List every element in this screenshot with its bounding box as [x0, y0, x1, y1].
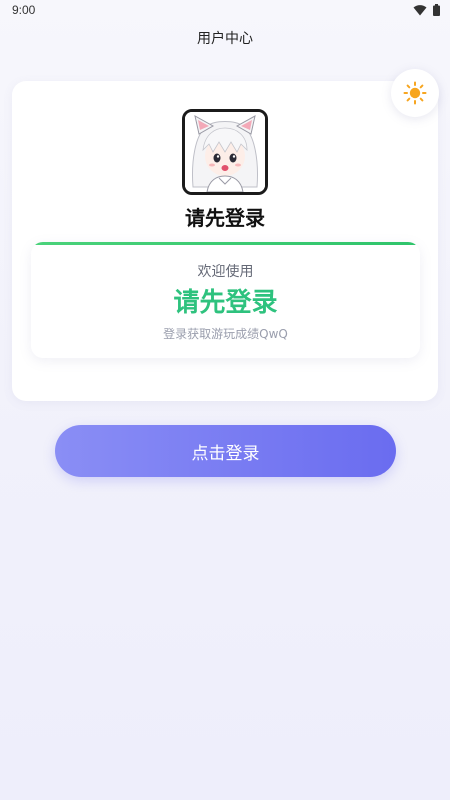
page-title: 用户中心 — [197, 31, 253, 47]
sun-icon — [403, 81, 427, 105]
status-bar: 9:00 — [0, 0, 450, 22]
welcome-label: 欢迎使用 — [197, 264, 254, 280]
status-time: 9:00 — [12, 3, 36, 17]
battery-icon — [433, 4, 440, 16]
theme-toggle-button[interactable] — [391, 69, 439, 117]
welcome-subtitle: 登录获取游玩成绩QwQ — [163, 327, 288, 341]
wifi-icon — [413, 5, 427, 16]
avatar[interactable] — [182, 109, 268, 195]
username: 请先登录 — [185, 206, 265, 230]
anime-avatar-image — [185, 112, 265, 192]
welcome-card-accent — [31, 242, 420, 245]
welcome-card: 欢迎使用 请先登录 登录获取游玩成绩QwQ — [31, 242, 420, 358]
status-icons — [413, 4, 440, 16]
login-button[interactable]: 点击登录 — [55, 425, 396, 477]
welcome-title: 请先登录 — [173, 288, 278, 318]
